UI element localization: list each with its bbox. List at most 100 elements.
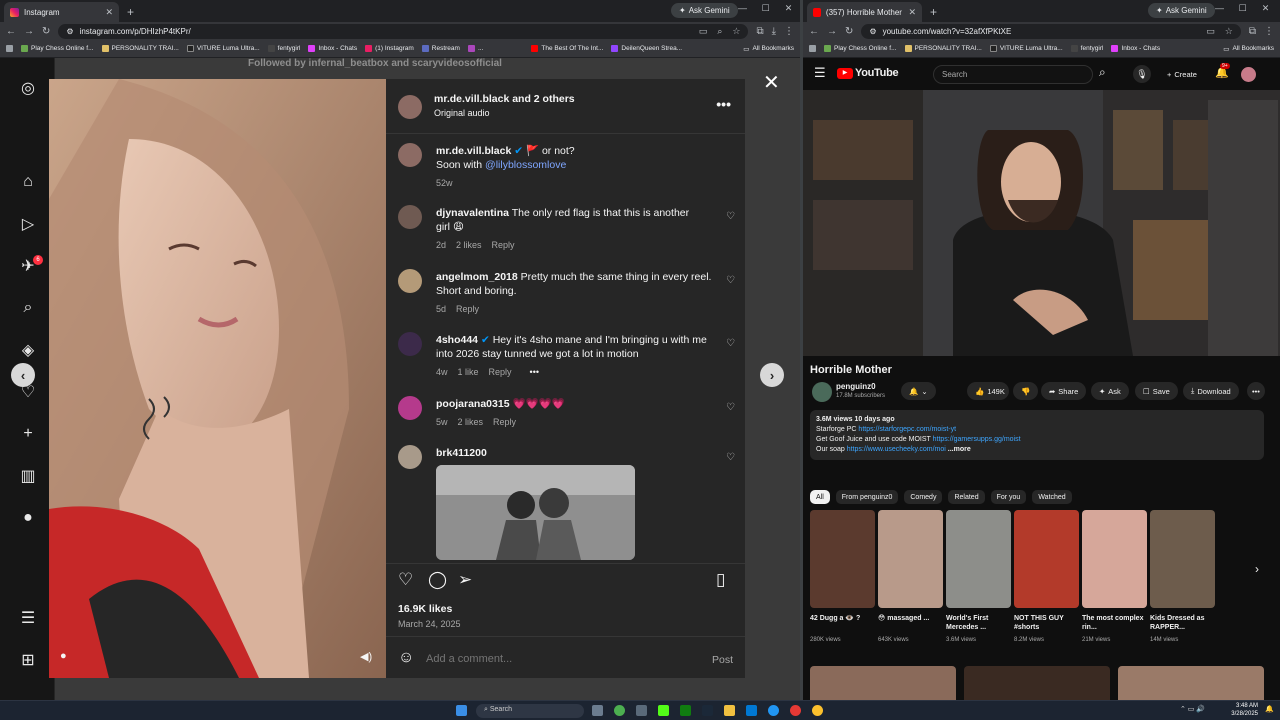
- like-comment-heart-icon[interactable]: ♡: [726, 402, 735, 413]
- comment-likes[interactable]: 1 like: [458, 367, 479, 377]
- comment-input[interactable]: [426, 651, 686, 667]
- short-thumbnail[interactable]: [878, 510, 943, 608]
- short-thumbnail[interactable]: [946, 510, 1011, 608]
- share-icon[interactable]: ➢: [458, 570, 472, 590]
- close-tab-icon[interactable]: ✕: [105, 7, 113, 18]
- bookmark-8[interactable]: The Best Of The Int...: [531, 45, 603, 52]
- post-photo[interactable]: [49, 79, 386, 678]
- search-icon[interactable]: ⌕: [18, 298, 38, 318]
- desc-link-3[interactable]: https://www.usecheeky.com/moi: [847, 446, 946, 453]
- menu-dots-icon[interactable]: ⋮: [1264, 26, 1274, 37]
- apps-icon[interactable]: [6, 45, 13, 52]
- account-avatar[interactable]: [1241, 67, 1256, 82]
- apps-icon[interactable]: [809, 45, 816, 52]
- youtube-logo-icon[interactable]: ▶: [837, 68, 853, 79]
- comment-avatar[interactable]: [398, 205, 422, 229]
- download-icon[interactable]: ⤓: [772, 26, 776, 37]
- chip-watched[interactable]: Watched: [1032, 490, 1072, 504]
- extensions-icon[interactable]: ⧉: [756, 26, 763, 37]
- comment-username[interactable]: poojarana0315: [436, 398, 510, 410]
- close-window-icon[interactable]: ✕: [1254, 3, 1277, 14]
- like-comment-heart-icon[interactable]: ♡: [726, 338, 735, 349]
- menu-dots-icon[interactable]: ⋮: [784, 26, 794, 37]
- short-title[interactable]: The most complex rin...: [1082, 614, 1147, 632]
- comment-time[interactable]: 4w: [436, 367, 448, 377]
- comment-avatar[interactable]: [398, 332, 422, 356]
- explore-icon[interactable]: ◈: [18, 340, 38, 360]
- bookmark-2[interactable]: VITURE Luma Ultra...: [989, 45, 1063, 52]
- zoom-icon[interactable]: ⌕: [717, 26, 722, 37]
- bookmark-icon[interactable]: ▯: [716, 570, 725, 590]
- site-info-icon[interactable]: ⚙: [869, 27, 876, 36]
- caption-time[interactable]: 52w: [436, 178, 453, 188]
- comment-username[interactable]: 4sho444: [436, 334, 478, 346]
- notifications-icon[interactable]: 🔔: [1265, 705, 1274, 713]
- show-more-link[interactable]: ...more: [948, 446, 971, 453]
- settings-icon[interactable]: [636, 705, 647, 716]
- tagged-users-icon[interactable]: ●: [60, 650, 67, 662]
- edge-icon[interactable]: [768, 705, 779, 716]
- reply-button[interactable]: Reply: [492, 240, 515, 250]
- short-title[interactable]: NOT THIS GUY #shorts: [1014, 614, 1079, 632]
- also-from-meta-icon[interactable]: ⊞: [18, 650, 38, 670]
- home-icon[interactable]: ⌂: [18, 172, 38, 192]
- short-title[interactable]: 42 Dugg a 👁️ ?: [810, 614, 875, 623]
- chip-all[interactable]: All: [810, 490, 830, 504]
- previous-post-arrow-icon[interactable]: ‹: [11, 363, 35, 387]
- maximize-icon[interactable]: ☐: [1231, 3, 1254, 14]
- file-explorer-icon[interactable]: [724, 705, 735, 716]
- start-windows-icon[interactable]: [456, 705, 467, 716]
- create-icon[interactable]: +: [18, 424, 38, 444]
- short-thumbnail[interactable]: [1082, 510, 1147, 608]
- reply-button[interactable]: Reply: [456, 304, 479, 314]
- chrome-icon[interactable]: [812, 705, 823, 716]
- related-video-thumbnail[interactable]: [810, 666, 956, 700]
- audio-toggle-icon[interactable]: ◀): [360, 650, 372, 663]
- download-button[interactable]: ⤓ Download: [1183, 382, 1239, 400]
- forward-icon[interactable]: →: [827, 26, 837, 37]
- comment-avatar[interactable]: [398, 396, 422, 420]
- task-view-icon[interactable]: [592, 705, 603, 716]
- reload-icon[interactable]: ↻: [845, 26, 853, 37]
- bookmark-9[interactable]: DeilenQueen Strea...: [611, 45, 682, 52]
- short-title[interactable]: Kids Dressed as RAPPER...: [1150, 614, 1215, 632]
- app-icon-kick[interactable]: [658, 705, 669, 716]
- screen-icon[interactable]: ▭: [699, 26, 708, 37]
- screen-icon[interactable]: ▭: [1206, 26, 1215, 37]
- comment-username[interactable]: angelmom_2018: [436, 271, 518, 283]
- app-icon-chrome-green[interactable]: [614, 705, 625, 716]
- more-actions-icon[interactable]: •••: [1247, 382, 1265, 400]
- like-button[interactable]: 👍 149K: [967, 382, 1009, 400]
- comment-avatar[interactable]: [398, 445, 422, 469]
- comment-options-icon[interactable]: •••: [530, 367, 539, 377]
- close-modal-icon[interactable]: ✕: [763, 70, 780, 95]
- new-tab-button[interactable]: +: [922, 5, 945, 22]
- caption-username[interactable]: mr.de.vill.black: [436, 145, 511, 157]
- bookmark-3[interactable]: fentygirl: [1070, 45, 1103, 52]
- more-options-icon[interactable]: •••: [716, 97, 731, 111]
- taskbar-clock[interactable]: 3:48 AM 3/28/2025: [1231, 702, 1258, 718]
- reply-button[interactable]: Reply: [489, 367, 512, 377]
- minimize-icon[interactable]: —: [1208, 3, 1231, 14]
- comment-likes[interactable]: 2 likes: [458, 417, 484, 427]
- comment-likes[interactable]: 2 likes: [456, 240, 482, 250]
- extensions-icon[interactable]: ⧉: [1249, 26, 1256, 37]
- reply-button[interactable]: Reply: [493, 417, 516, 427]
- related-video-thumbnail[interactable]: [964, 666, 1110, 700]
- caption-avatar[interactable]: [398, 143, 422, 167]
- omnibox[interactable]: ⚙ youtube.com/watch?v=32afXfPKtXE ▭ ☆: [861, 23, 1241, 39]
- omnibox[interactable]: ⚙ instagram.com/p/DHIzhP4tKPr/ ▭ ⌕ ☆: [58, 23, 749, 39]
- tab-youtube[interactable]: (357) Horrible Mother - YouTub ✕: [807, 2, 922, 22]
- comment-time[interactable]: 5d: [436, 304, 446, 314]
- like-comment-heart-icon[interactable]: ♡: [726, 211, 735, 222]
- shelf-next-chevron-icon[interactable]: ›: [1255, 562, 1259, 576]
- bookmark-4[interactable]: Inbox - Chats: [308, 45, 357, 52]
- video-player[interactable]: [803, 90, 1280, 356]
- dislike-button[interactable]: 👎: [1013, 382, 1039, 400]
- chip-for-you[interactable]: For you: [990, 490, 1027, 504]
- like-heart-icon[interactable]: ♡: [398, 570, 413, 590]
- next-post-arrow-icon[interactable]: ›: [760, 363, 784, 387]
- forward-icon[interactable]: →: [24, 26, 34, 37]
- star-icon[interactable]: ☆: [1225, 26, 1233, 37]
- bookmark-1[interactable]: PERSONALITY TRAI...: [101, 45, 179, 52]
